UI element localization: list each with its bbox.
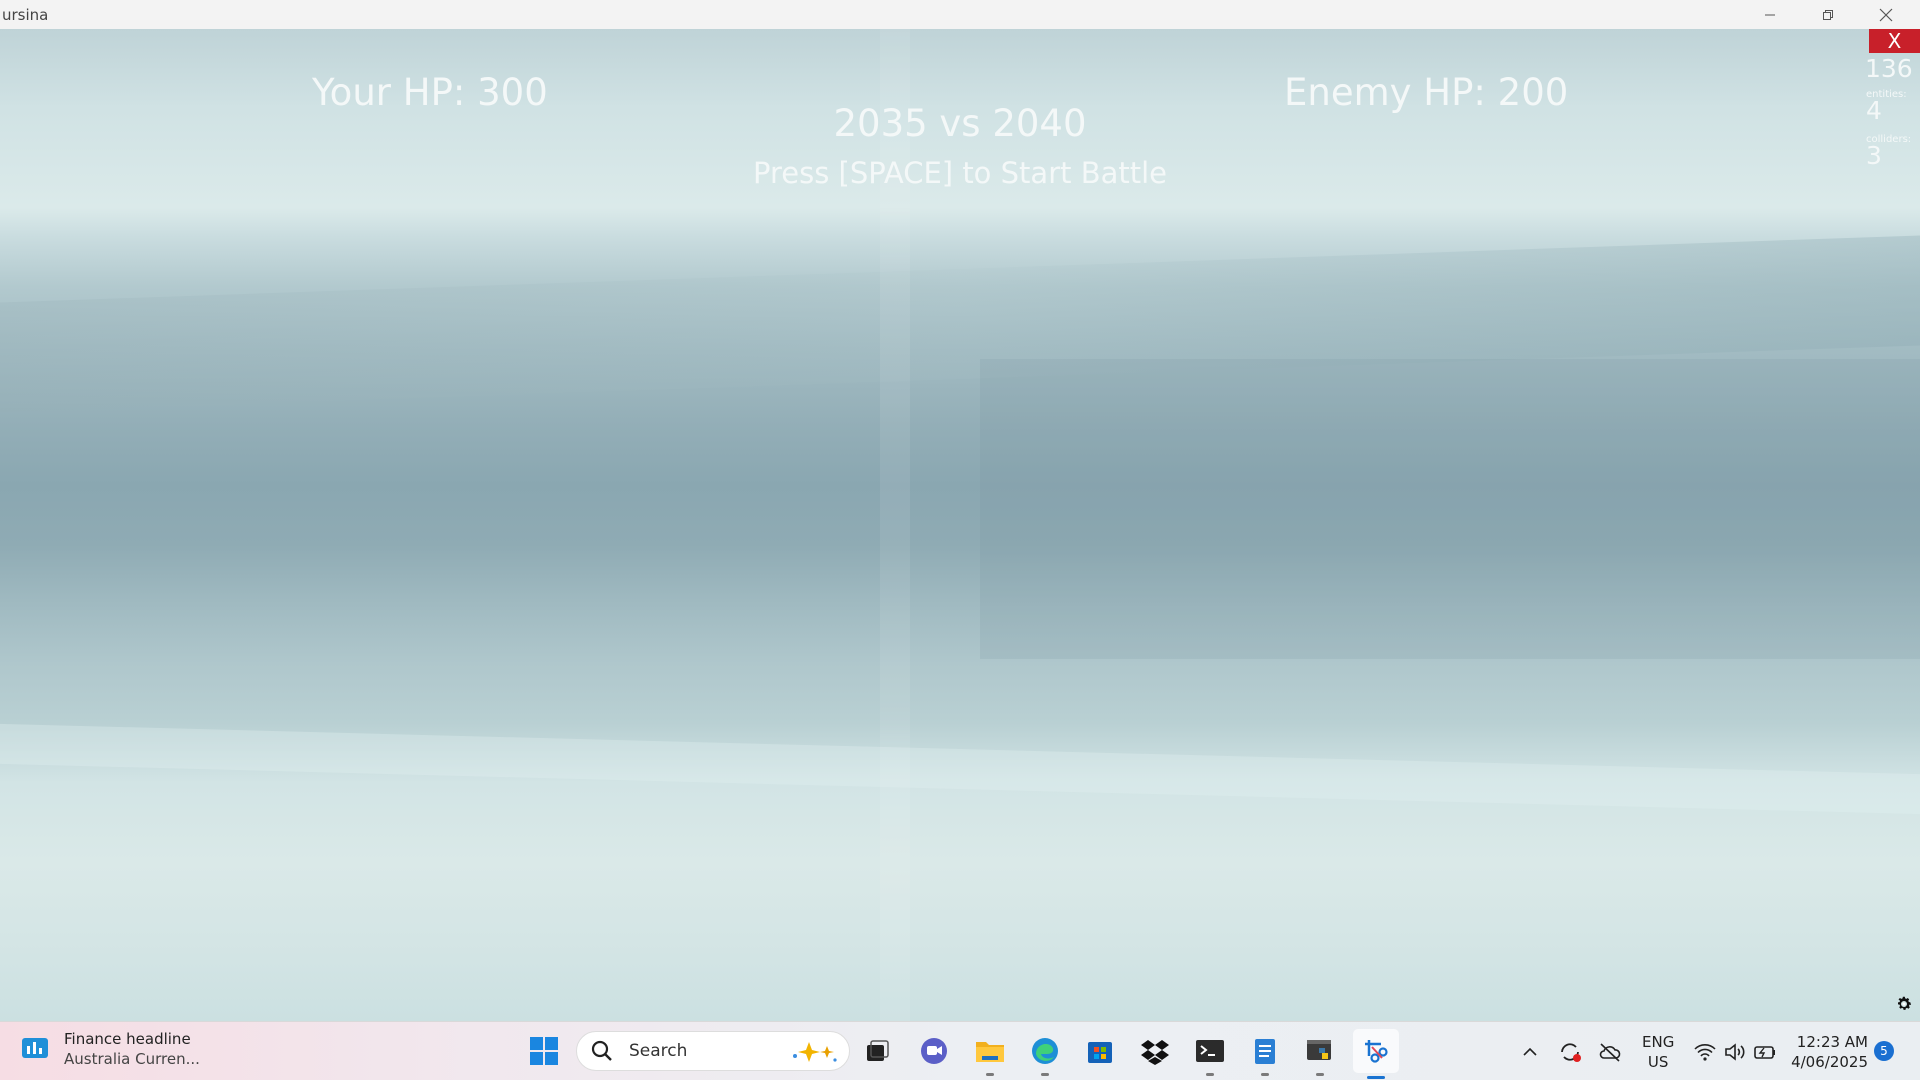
notepad-button[interactable] bbox=[1246, 1032, 1284, 1076]
start-icon bbox=[530, 1037, 558, 1065]
file-explorer-icon bbox=[976, 1042, 1004, 1062]
restore-icon bbox=[1823, 9, 1833, 20]
edge-icon bbox=[1032, 1038, 1058, 1064]
snipping-tool-icon bbox=[1365, 1040, 1388, 1063]
dropbox-icon bbox=[1141, 1040, 1169, 1065]
task-view-icon bbox=[867, 1040, 889, 1061]
close-window-button[interactable] bbox=[1857, 0, 1915, 29]
news-widget[interactable]: Finance headline Australia Curren... bbox=[20, 1030, 200, 1068]
close-icon bbox=[1879, 8, 1893, 21]
task-view-button[interactable] bbox=[858, 1032, 896, 1070]
show-hidden-icons-button[interactable] bbox=[1518, 1040, 1542, 1064]
file-explorer-button[interactable] bbox=[971, 1032, 1009, 1076]
widget-title: Finance headline bbox=[64, 1030, 191, 1048]
clock[interactable]: 12:23 AM 4/06/2025 bbox=[1790, 1032, 1868, 1072]
running-indicator bbox=[1041, 1073, 1049, 1076]
copilot-sparkle-icon bbox=[793, 1042, 837, 1062]
restore-button[interactable] bbox=[1799, 0, 1857, 29]
exit-button[interactable]: X bbox=[1869, 29, 1920, 53]
widget-subtitle: Australia Curren... bbox=[64, 1050, 200, 1068]
store-button[interactable] bbox=[1081, 1032, 1119, 1070]
wifi-tray-button[interactable] bbox=[1693, 1040, 1717, 1064]
chat-icon bbox=[921, 1038, 947, 1064]
taskbar: Finance headline Australia Curren... Sea… bbox=[0, 1021, 1920, 1080]
versus-label: 2035 vs 2040 bbox=[833, 102, 1087, 145]
minimize-button[interactable] bbox=[1741, 0, 1799, 29]
fps-counter: 136 bbox=[1865, 54, 1913, 83]
python-icon bbox=[1307, 1040, 1331, 1060]
colliders-count: 3 bbox=[1866, 141, 1882, 170]
sync-icon bbox=[1561, 1043, 1581, 1062]
volume-icon bbox=[1725, 1043, 1745, 1061]
sync-tray-button[interactable] bbox=[1558, 1040, 1582, 1064]
dropbox-button[interactable] bbox=[1136, 1032, 1174, 1070]
window-title-bar: ursina bbox=[0, 0, 1920, 29]
minimize-icon bbox=[1765, 14, 1775, 15]
cloud-off-icon bbox=[1599, 1043, 1621, 1062]
running-indicator bbox=[986, 1073, 994, 1076]
player-hp-label: Your HP: 300 bbox=[312, 71, 548, 114]
edge-button[interactable] bbox=[1026, 1032, 1064, 1076]
finance-widget-icon bbox=[22, 1038, 48, 1058]
game-viewport[interactable]: Your HP: 300 Enemy HP: 200 2035 vs 2040 … bbox=[0, 29, 1920, 1021]
wifi-icon bbox=[1694, 1044, 1716, 1061]
notification-badge[interactable]: 5 bbox=[1874, 1041, 1894, 1061]
keyboard-layout: US bbox=[1647, 1053, 1669, 1071]
running-indicator bbox=[1261, 1073, 1269, 1076]
taskbar-search[interactable]: Search bbox=[576, 1031, 850, 1071]
search-placeholder: Search bbox=[629, 1041, 688, 1061]
running-indicator bbox=[1206, 1073, 1214, 1076]
start-button[interactable] bbox=[525, 1032, 563, 1070]
language-code: ENG bbox=[1642, 1033, 1675, 1051]
language-indicator[interactable]: ENG US bbox=[1642, 1032, 1674, 1072]
onedrive-tray-button[interactable] bbox=[1598, 1040, 1622, 1064]
gear-icon[interactable] bbox=[1895, 995, 1913, 1013]
entities-count: 4 bbox=[1866, 96, 1882, 125]
terminal-icon bbox=[1196, 1040, 1224, 1062]
chat-button[interactable] bbox=[915, 1032, 953, 1070]
clock-time: 12:23 AM bbox=[1796, 1033, 1868, 1051]
clock-date: 4/06/2025 bbox=[1791, 1053, 1868, 1071]
enemy-hp-label: Enemy HP: 200 bbox=[1284, 71, 1569, 114]
python-button[interactable] bbox=[1301, 1032, 1339, 1076]
terminal-button[interactable] bbox=[1191, 1032, 1229, 1076]
scene-band bbox=[0, 723, 1920, 815]
running-indicator bbox=[1316, 1073, 1324, 1076]
chevron-up-icon bbox=[1523, 1047, 1537, 1056]
start-prompt: Press [SPACE] to Start Battle bbox=[752, 156, 1168, 190]
battery-charging-icon bbox=[1754, 1046, 1775, 1059]
battery-tray-button[interactable] bbox=[1753, 1040, 1777, 1064]
active-indicator bbox=[1367, 1076, 1385, 1079]
scene-band bbox=[980, 359, 1920, 659]
scene-band bbox=[0, 235, 1920, 413]
snipping-tool-button[interactable] bbox=[1353, 1029, 1399, 1079]
search-icon bbox=[591, 1040, 612, 1061]
store-icon bbox=[1088, 1042, 1112, 1063]
volume-tray-button[interactable] bbox=[1723, 1040, 1747, 1064]
window-title: ursina bbox=[2, 6, 49, 24]
notepad-icon bbox=[1255, 1039, 1275, 1064]
